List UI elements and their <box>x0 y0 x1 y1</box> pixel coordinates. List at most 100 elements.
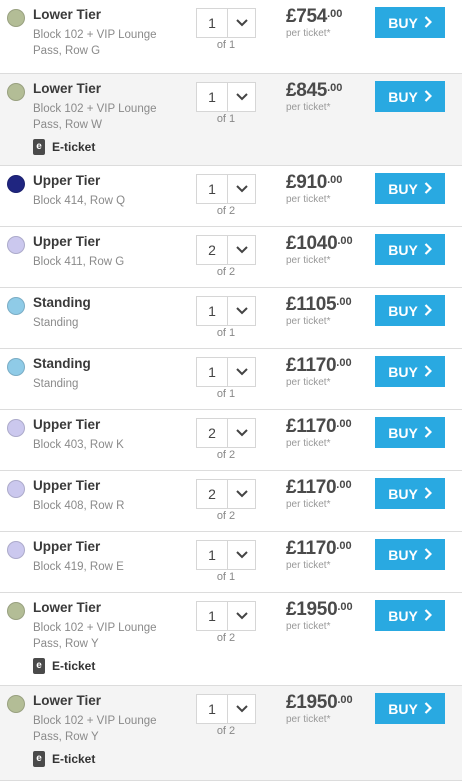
chevron-down-icon[interactable] <box>227 419 255 447</box>
buy-button-label: BUY <box>388 241 418 258</box>
chevron-right-icon <box>424 15 432 31</box>
chevron-right-icon <box>424 364 432 380</box>
per-ticket-label: per ticket* <box>286 28 331 39</box>
listing-row: Upper Tier Block 403, Row K 2 of 2 £1170… <box>0 410 462 471</box>
seat-location: Block 411, Row G <box>33 254 183 270</box>
quantity-select[interactable]: 1 <box>196 601 256 631</box>
chevron-down-icon[interactable] <box>227 83 255 111</box>
quantity-select[interactable]: 1 <box>196 296 256 326</box>
listing-row: Upper Tier Block 414, Row Q 1 of 2 £910.… <box>0 166 462 227</box>
chevron-down-icon[interactable] <box>227 695 255 723</box>
ticket-price: £1950.00 per ticket* <box>286 692 353 725</box>
per-ticket-label: per ticket* <box>286 499 331 510</box>
available-count: of 2 <box>216 205 236 217</box>
quantity-select[interactable]: 1 <box>196 357 256 387</box>
price-cents: .00 <box>337 694 353 706</box>
chevron-down-icon[interactable] <box>227 358 255 386</box>
buy-button[interactable]: BUY <box>375 295 445 326</box>
price-amount: £845 <box>286 80 328 101</box>
buy-button[interactable]: BUY <box>375 693 445 724</box>
ticket-price: £1170.00 per ticket* <box>286 416 352 449</box>
tier-name: Upper Tier <box>33 417 101 432</box>
seat-location: Block 403, Row K <box>33 437 183 453</box>
seat-location: Block 102 + VIP Lounge Pass, Row Y <box>33 713 183 745</box>
chevron-down-icon[interactable] <box>227 541 255 569</box>
price-cents: .00 <box>327 8 343 20</box>
chevron-down-icon[interactable] <box>227 297 255 325</box>
eticket-label: E-ticket <box>52 752 96 766</box>
buy-button[interactable]: BUY <box>375 600 445 631</box>
seat-location-line1: Block 414, Row Q <box>33 195 126 207</box>
price-amount: £1950 <box>286 599 338 620</box>
chevron-down-icon[interactable] <box>227 9 255 37</box>
per-ticket-label: per ticket* <box>286 194 331 205</box>
buy-button[interactable]: BUY <box>375 173 445 204</box>
listing-row: Lower Tier Block 102 + VIP Lounge Pass, … <box>0 593 462 686</box>
per-ticket-label: per ticket* <box>286 102 331 113</box>
per-ticket-label: per ticket* <box>286 316 331 327</box>
seat-location: Block 419, Row E <box>33 559 183 575</box>
chevron-down-icon[interactable] <box>227 175 255 203</box>
eticket-label: E-ticket <box>52 659 96 673</box>
buy-button[interactable]: BUY <box>375 7 445 38</box>
available-count: of 1 <box>216 571 236 583</box>
available-count: of 2 <box>216 632 236 644</box>
quantity-select[interactable]: 2 <box>196 479 256 509</box>
price-cents: .00 <box>337 601 353 613</box>
chevron-right-icon <box>424 608 432 624</box>
eticket-icon: e <box>33 658 45 674</box>
ticket-price: £1170.00 per ticket* <box>286 355 352 388</box>
chevron-right-icon <box>424 303 432 319</box>
seat-location-line1: Standing <box>33 317 79 329</box>
price-amount: £1105 <box>286 294 337 315</box>
quantity-select[interactable]: 1 <box>196 174 256 204</box>
price-cents: .00 <box>336 357 352 369</box>
chevron-down-icon[interactable] <box>227 480 255 508</box>
buy-button[interactable]: BUY <box>375 478 445 509</box>
tier-name: Lower Tier <box>33 693 102 708</box>
quantity-select[interactable]: 1 <box>196 82 256 112</box>
quantity-value: 2 <box>208 242 216 258</box>
ticket-listing: Lower Tier Block 102 + VIP Lounge Pass, … <box>0 0 462 781</box>
buy-button-label: BUY <box>388 485 418 502</box>
seat-location-line1: Block 102 + VIP Lounge <box>33 622 157 634</box>
ticket-price: £1170.00 per ticket* <box>286 538 352 571</box>
listing-info: Lower Tier Block 102 + VIP Lounge Pass, … <box>33 7 183 59</box>
quantity-select[interactable]: 1 <box>196 540 256 570</box>
tier-color-dot <box>7 9 25 27</box>
quantity-select[interactable]: 1 <box>196 694 256 724</box>
buy-button[interactable]: BUY <box>375 234 445 265</box>
tier-name: Standing <box>33 356 91 371</box>
tier-name: Upper Tier <box>33 478 101 493</box>
ticket-price: £910.00 per ticket* <box>286 172 342 205</box>
buy-button-label: BUY <box>388 363 418 380</box>
chevron-right-icon <box>424 242 432 258</box>
quantity-select[interactable]: 1 <box>196 8 256 38</box>
quantity-value: 2 <box>208 425 216 441</box>
price-cents: .00 <box>336 296 352 308</box>
price-cents: .00 <box>336 418 352 430</box>
seat-location-line1: Block 102 + VIP Lounge <box>33 29 157 41</box>
chevron-down-icon[interactable] <box>227 236 255 264</box>
buy-button[interactable]: BUY <box>375 417 445 448</box>
quantity-select[interactable]: 2 <box>196 418 256 448</box>
buy-button[interactable]: BUY <box>375 539 445 570</box>
chevron-down-icon[interactable] <box>227 602 255 630</box>
buy-button[interactable]: BUY <box>375 356 445 387</box>
chevron-right-icon <box>424 486 432 502</box>
per-ticket-label: per ticket* <box>286 714 331 725</box>
quantity-select[interactable]: 2 <box>196 235 256 265</box>
price-amount: £754 <box>286 6 328 27</box>
listing-info: Lower Tier Block 102 + VIP Lounge Pass, … <box>33 600 183 674</box>
listing-row: Lower Tier Block 102 + VIP Lounge Pass, … <box>0 74 462 166</box>
listing-info: Lower Tier Block 102 + VIP Lounge Pass, … <box>33 693 183 767</box>
eticket-badge: e E-ticket <box>33 658 183 674</box>
seat-location: Standing <box>33 315 183 331</box>
price-cents: .00 <box>336 479 352 491</box>
available-count: of 1 <box>216 113 236 125</box>
buy-button[interactable]: BUY <box>375 81 445 112</box>
listing-row: Standing Standing 1 of 1 £1170.00 per ti… <box>0 349 462 410</box>
price-cents: .00 <box>327 174 343 186</box>
price-cents: .00 <box>336 540 352 552</box>
listing-row: Standing Standing 1 of 1 £1105.00 per ti… <box>0 288 462 349</box>
